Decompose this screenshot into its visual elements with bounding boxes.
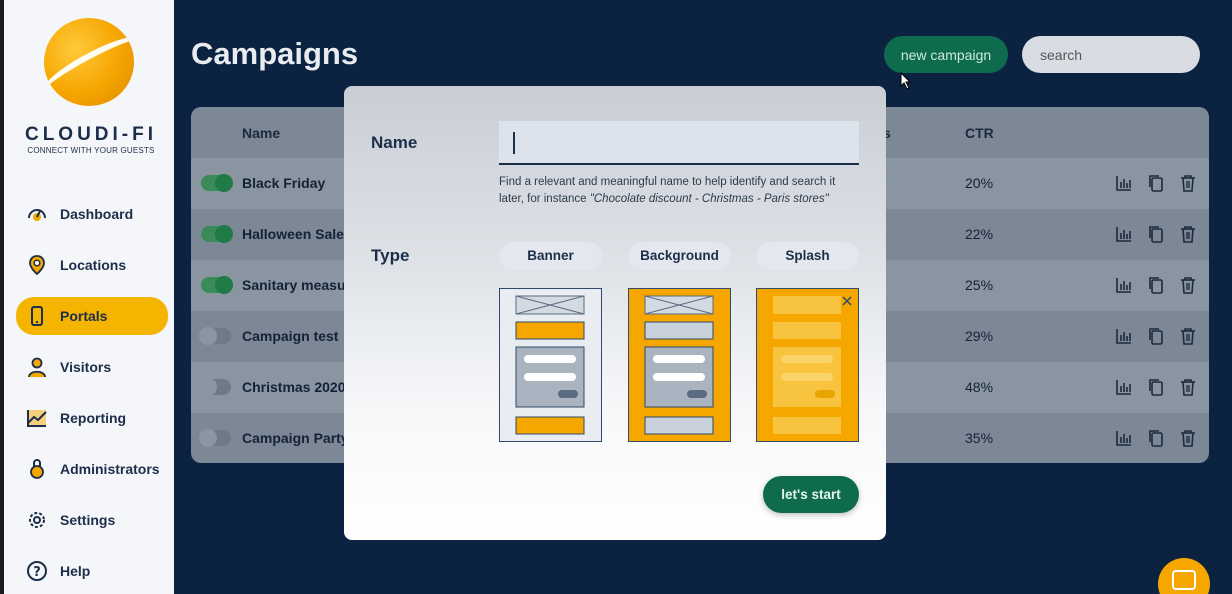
background-preview-card[interactable] [628,288,731,442]
sidebar-item-label: Administrators [60,461,160,477]
campaign-name[interactable]: Halloween Sales [242,226,352,242]
sidebar-item-label: Visitors [60,359,112,375]
sidebar-item-portals[interactable]: Portals [16,297,168,335]
campaign-toggle[interactable] [199,429,231,447]
delete-icon[interactable] [1179,174,1197,192]
new-campaign-button[interactable]: new campaign [884,36,1008,73]
campaign-toggle[interactable] [201,225,233,243]
sidebar-item-visitors[interactable]: Visitors [16,348,168,386]
campaign-ctr: 29% [965,328,994,344]
sidebar-item-label: Settings [60,512,116,528]
campaign-ctr: 48% [965,379,994,395]
campaign-ctr: 25% [965,277,994,293]
sidebar-item-label: Reporting [60,410,127,426]
campaign-name-input[interactable] [499,121,859,165]
dashboard-icon [26,203,48,225]
location-pin-icon [26,254,48,276]
stats-icon[interactable] [1115,327,1133,345]
type-splash-button[interactable]: Splash [756,242,859,270]
delete-icon[interactable] [1179,276,1197,294]
campaign-toggle[interactable] [201,276,233,294]
column-header-name[interactable]: Name [242,125,280,141]
campaign-name[interactable]: Black Friday [242,175,325,191]
type-banner-button[interactable]: Banner [499,242,602,270]
new-campaign-modal: Name Find a relevant and meaningful name… [344,86,886,540]
sidebar-item-label: Locations [60,257,127,273]
sidebar-item-settings[interactable]: Settings [16,501,168,539]
sidebar: CLOUDI-FI CONNECT WITH YOUR GUESTS Dashb… [0,0,174,594]
stats-icon[interactable] [1115,174,1133,192]
help-icon: ? [26,560,48,582]
delete-icon[interactable] [1179,378,1197,396]
name-hint-text: Find a relevant and meaningful name to h… [499,174,859,208]
campaign-name[interactable]: Campaign test [242,328,338,344]
phone-icon [26,305,48,327]
campaign-name[interactable]: Sanitary measur [242,277,351,293]
stats-icon[interactable] [1115,225,1133,243]
sidebar-item-label: Dashboard [60,206,134,222]
lets-start-button[interactable]: let's start [763,476,859,513]
campaign-name[interactable]: Christmas 2020 [242,379,346,395]
sidebar-item-label: Help [60,563,91,579]
duplicate-icon[interactable] [1147,225,1165,243]
cloudi-fi-logo[interactable] [44,18,134,106]
sidebar-item-help[interactable]: ? Help [16,552,168,590]
delete-icon[interactable] [1179,429,1197,447]
stats-icon[interactable] [1115,276,1133,294]
stats-icon[interactable] [1115,429,1133,447]
column-header-ctr[interactable]: CTR [965,125,994,141]
campaign-ctr: 22% [965,226,994,242]
brand-name: CLOUDI-FI [24,124,158,145]
user-icon [26,356,48,378]
sidebar-nav: Dashboard Locations Portals Visitors Rep… [16,195,168,594]
campaign-toggle[interactable] [199,327,231,345]
banner-preview-card[interactable] [499,288,602,442]
duplicate-icon[interactable] [1147,429,1165,447]
sidebar-item-reporting[interactable]: Reporting [16,399,168,437]
chat-icon [1172,570,1196,590]
svg-text:?: ? [33,565,41,580]
gear-icon [26,509,48,531]
campaign-toggle[interactable] [199,378,231,396]
page-title: Campaigns [191,36,359,71]
type-background-button[interactable]: Background [628,242,731,270]
duplicate-icon[interactable] [1147,174,1165,192]
campaign-ctr: 35% [965,430,994,446]
duplicate-icon[interactable] [1147,378,1165,396]
chat-widget-button[interactable] [1158,558,1210,594]
sidebar-item-locations[interactable]: Locations [16,246,168,284]
duplicate-icon[interactable] [1147,327,1165,345]
campaign-name[interactable]: Campaign Party [242,430,349,446]
lock-icon [26,458,48,480]
sidebar-item-label: Portals [60,308,108,324]
text-caret [513,132,515,154]
hint-example: "Chocolate discount - Christmas - Paris … [589,193,829,205]
duplicate-icon[interactable] [1147,276,1165,294]
delete-icon[interactable] [1179,327,1197,345]
chart-icon [26,407,48,429]
sidebar-item-dashboard[interactable]: Dashboard [16,195,168,233]
stats-icon[interactable] [1115,378,1133,396]
name-label: Name [371,133,418,152]
delete-icon[interactable] [1179,225,1197,243]
splash-preview-card[interactable] [756,288,859,442]
campaign-toggle[interactable] [201,174,233,192]
mouse-cursor-icon [900,72,912,90]
campaign-ctr: 20% [965,175,994,191]
search-input[interactable] [1022,36,1200,73]
brand-tagline: CONNECT WITH YOUR GUESTS [27,146,155,155]
sidebar-item-administrators[interactable]: Administrators [16,450,168,488]
type-label: Type [371,246,410,265]
